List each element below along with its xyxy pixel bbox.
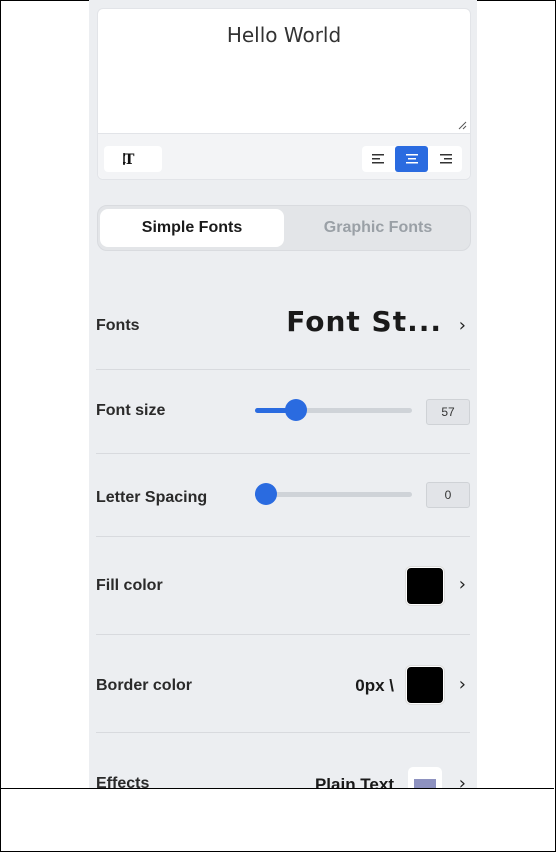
fonts-label: Fonts bbox=[96, 317, 140, 334]
font-preview[interactable]: Font St... bbox=[286, 305, 442, 338]
border-color-row[interactable]: Border color 0px \ › bbox=[96, 635, 470, 733]
text-editor: Hello World T bbox=[97, 8, 471, 180]
effects-row[interactable]: Effects Plain Text › bbox=[96, 733, 470, 788]
align-left-icon bbox=[371, 154, 384, 164]
font-size-row: Font size 57 bbox=[96, 370, 470, 454]
text-toolbar: T bbox=[98, 134, 470, 179]
alignment-group bbox=[362, 146, 462, 172]
font-size-slider-thumb[interactable] bbox=[284, 399, 307, 421]
align-left-button[interactable] bbox=[362, 146, 395, 172]
text-input[interactable]: Hello World bbox=[98, 9, 470, 134]
border-width-value[interactable]: 0px \ bbox=[355, 676, 394, 696]
fill-color-row[interactable]: Fill color › bbox=[96, 537, 470, 635]
letter-spacing-row: Letter Spacing 0 bbox=[96, 454, 470, 537]
align-center-button[interactable] bbox=[395, 146, 428, 172]
align-right-icon bbox=[439, 154, 452, 164]
letter-spacing-slider[interactable] bbox=[255, 483, 412, 505]
border-color-label: Border color bbox=[96, 677, 193, 694]
font-size-value[interactable]: 57 bbox=[426, 399, 470, 425]
fill-color-swatch[interactable] bbox=[406, 567, 444, 605]
svg-text:T: T bbox=[124, 152, 135, 167]
fill-color-label: Fill color bbox=[96, 577, 163, 594]
text-format-icon: T bbox=[123, 152, 135, 167]
letter-spacing-value[interactable]: 0 bbox=[426, 482, 470, 508]
border-color-swatch[interactable] bbox=[406, 666, 444, 704]
effects-preview-icon[interactable] bbox=[408, 767, 442, 788]
tab-graphic-fonts[interactable]: Graphic Fonts bbox=[286, 209, 470, 247]
text-format-button[interactable]: T bbox=[104, 146, 162, 172]
font-size-slider[interactable] bbox=[255, 399, 412, 421]
align-center-icon bbox=[405, 154, 418, 164]
fonts-row[interactable]: Fonts Font St... › bbox=[96, 283, 470, 370]
letter-spacing-slider-thumb[interactable] bbox=[255, 483, 277, 505]
text-settings-panel: Hello World T Simple Fonts Graphic Fonts… bbox=[89, 0, 477, 788]
bottom-divider bbox=[0, 788, 554, 789]
letter-spacing-label: Letter Spacing bbox=[96, 489, 208, 506]
chevron-right-icon[interactable]: › bbox=[459, 674, 466, 695]
tab-simple-fonts[interactable]: Simple Fonts bbox=[100, 209, 284, 247]
text-input-value[interactable]: Hello World bbox=[98, 23, 470, 47]
chevron-right-icon[interactable]: › bbox=[459, 574, 466, 595]
font-size-label: Font size bbox=[96, 402, 166, 419]
effects-value[interactable]: Plain Text bbox=[315, 775, 394, 788]
chevron-right-icon[interactable]: › bbox=[459, 773, 466, 788]
chevron-right-icon[interactable]: › bbox=[459, 315, 466, 336]
align-right-button[interactable] bbox=[428, 146, 461, 172]
effects-label: Effects bbox=[96, 775, 150, 788]
resize-handle-icon[interactable] bbox=[457, 120, 467, 130]
font-type-tabs: Simple Fonts Graphic Fonts bbox=[97, 205, 471, 251]
